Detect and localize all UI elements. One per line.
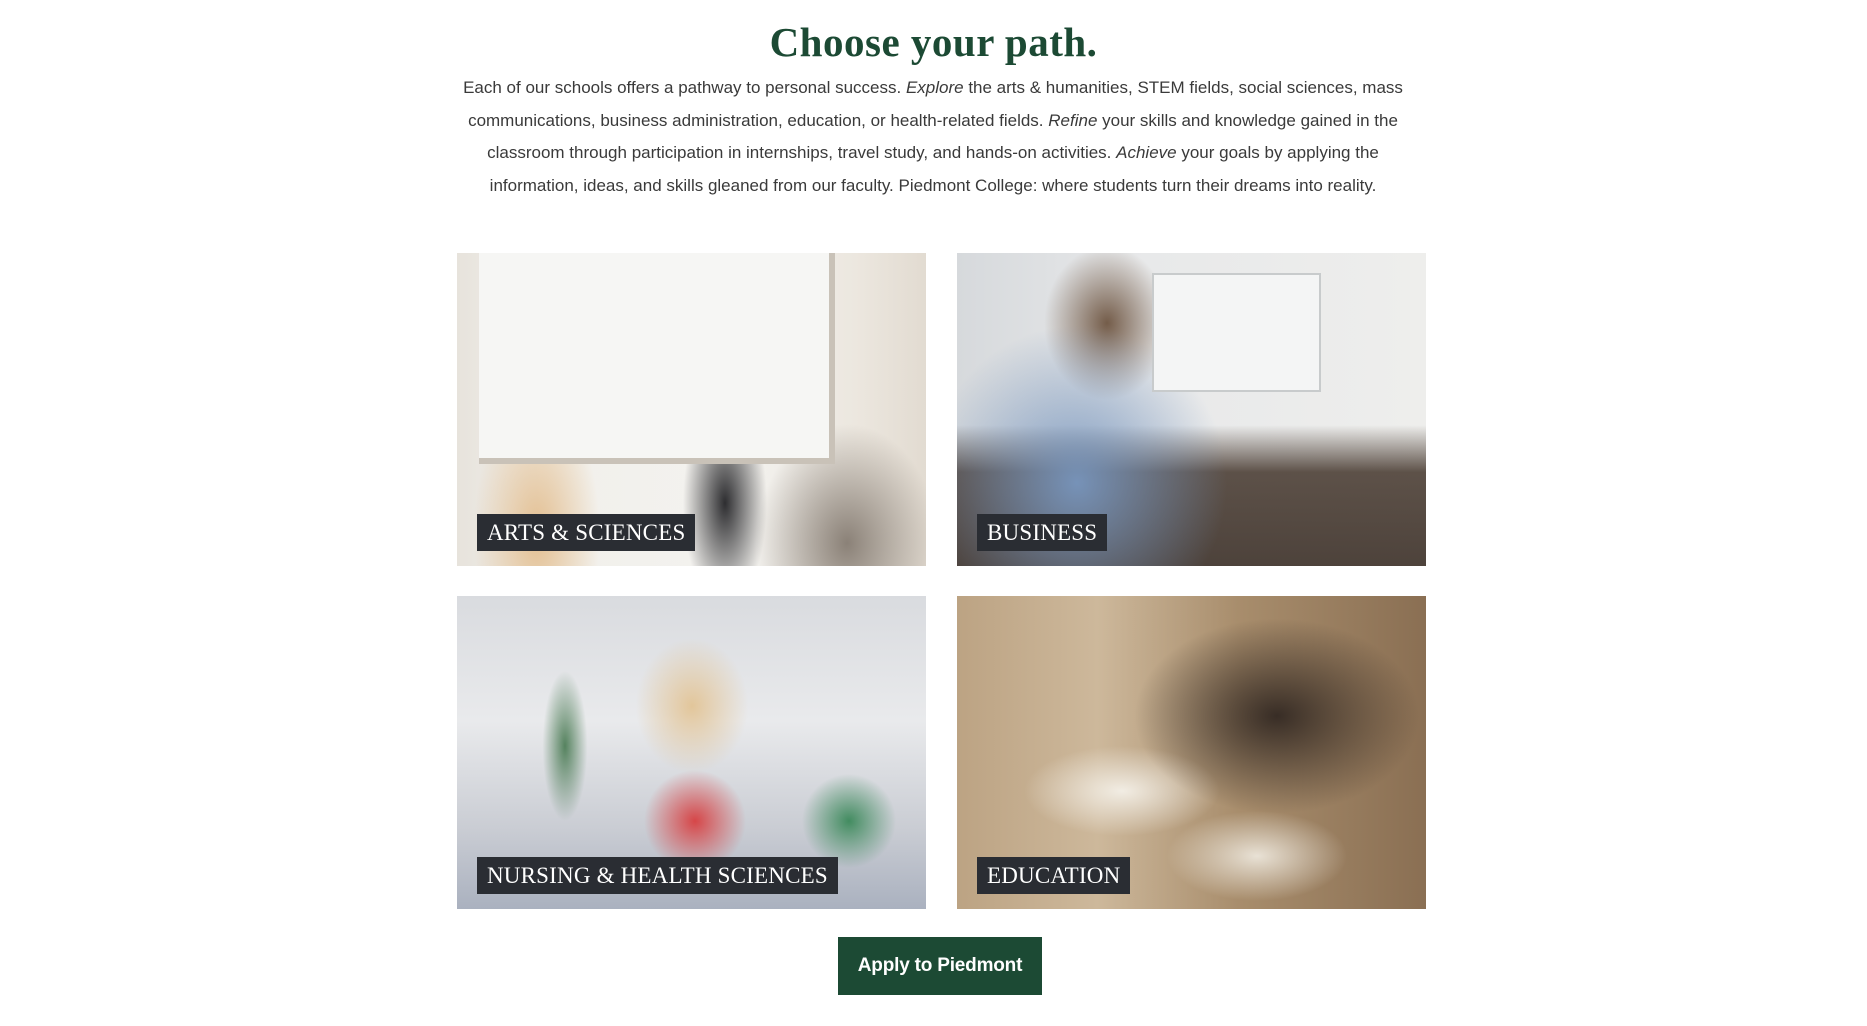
section-heading: Choose your path.: [769, 19, 1098, 65]
intro-explore: Explore: [905, 78, 964, 97]
intro-text-1: Each of our schools offers a pathway to …: [463, 78, 906, 97]
school-card-arts-sciences[interactable]: ARTS & SCIENCES: [457, 253, 926, 566]
school-card-business[interactable]: BUSINESS: [957, 253, 1426, 566]
school-card-education[interactable]: EDUCATION: [957, 596, 1426, 909]
school-card-label: NURSING & HEALTH SCIENCES: [477, 857, 838, 894]
intro-paragraph: Each of our schools offers a pathway to …: [452, 72, 1414, 202]
intro-refine: Refine: [1048, 110, 1098, 130]
school-card-label: ARTS & SCIENCES: [477, 514, 696, 551]
whiteboard: [1152, 273, 1321, 392]
school-card-label: BUSINESS: [977, 514, 1108, 551]
school-card-label: EDUCATION: [977, 857, 1131, 894]
page: Choose your path. Each of our schools of…: [0, 0, 1867, 1026]
whiteboard: [479, 253, 835, 464]
intro-achieve: Achieve: [1116, 143, 1177, 162]
apply-button[interactable]: Apply to Piedmont: [838, 937, 1042, 995]
school-card-nursing-health-sciences[interactable]: NURSING & HEALTH SCIENCES: [457, 596, 926, 909]
